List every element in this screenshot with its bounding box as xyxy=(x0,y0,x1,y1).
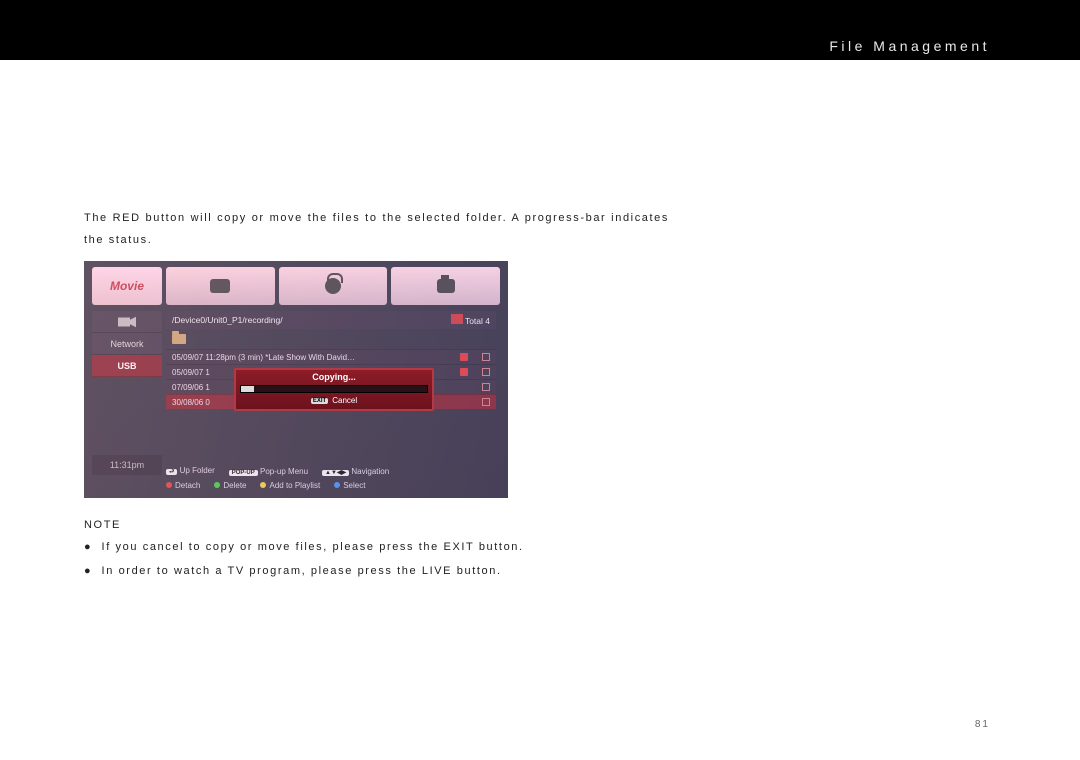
camera-icon xyxy=(437,279,455,293)
sidebar-item-network[interactable]: Network xyxy=(92,333,162,355)
file-row-text: 07/09/06 1 xyxy=(172,383,210,392)
total-count: Total 4 xyxy=(465,316,490,326)
return-key-icon: ⮐ xyxy=(166,469,177,475)
checkbox-icon[interactable] xyxy=(482,383,490,391)
sidebar-item-video[interactable] xyxy=(92,311,162,333)
page-title: File Management xyxy=(829,38,990,54)
clock: 11:31pm xyxy=(92,455,162,475)
hint-detach: Detach xyxy=(175,481,200,490)
copying-dialog: Copying... EXIT Cancel xyxy=(234,368,434,411)
recorded-icon xyxy=(460,353,468,361)
red-dot-icon xyxy=(166,482,172,488)
path-text: /Device0/Unit0_P1/recording/ xyxy=(172,315,283,325)
parent-folder-row[interactable] xyxy=(166,329,496,349)
source-sidebar: Network USB 11:31pm xyxy=(92,311,162,475)
hint-up-folder: Up Folder xyxy=(180,466,215,475)
recorded-icon xyxy=(460,368,468,376)
tv-screenshot: Movie Network USB 11:31pm /Device0/Unit0… xyxy=(84,261,508,498)
paragraph-intro: The RED button will copy or move the fil… xyxy=(84,207,669,251)
hint-delete: Delete xyxy=(223,481,246,490)
blue-dot-icon xyxy=(334,482,340,488)
folder-up-icon xyxy=(172,334,186,344)
cancel-hint: EXIT Cancel xyxy=(240,396,428,405)
progress-fill xyxy=(241,386,254,392)
page-number: 81 xyxy=(975,719,990,730)
checkbox-icon[interactable] xyxy=(482,353,490,361)
camcorder-icon xyxy=(210,279,230,293)
tab-photo-icon[interactable] xyxy=(391,267,500,305)
note-item-1: ● If you cancel to copy or move files, p… xyxy=(84,536,669,558)
hint-add-playlist: Add to Playlist xyxy=(269,481,320,490)
checkbox-icon[interactable] xyxy=(482,368,490,376)
camcorder-small-icon xyxy=(118,315,136,329)
progress-bar xyxy=(240,385,428,393)
sidebar-item-usb[interactable]: USB xyxy=(92,355,162,377)
file-row[interactable]: 05/09/07 11:28pm (3 min) *Late Show With… xyxy=(166,349,496,364)
footer-hints: ⮐ Up Folder POP-UP Pop-up Menu ▲▼◀▶ Navi… xyxy=(166,464,496,492)
tab-movie[interactable]: Movie xyxy=(92,267,162,305)
flag-icon xyxy=(451,314,463,324)
copying-caption: Copying... xyxy=(240,372,428,382)
note-heading: NOTE xyxy=(84,514,669,536)
tab-video-icon[interactable] xyxy=(166,267,275,305)
hint-select: Select xyxy=(343,481,365,490)
checkbox-icon[interactable] xyxy=(482,398,490,406)
popup-key-icon: POP-UP xyxy=(229,470,258,476)
file-row-text: 30/08/06 0 xyxy=(172,398,210,407)
yellow-dot-icon xyxy=(260,482,266,488)
file-row-text: 05/09/07 11:28pm (3 min) *Late Show With… xyxy=(172,353,355,362)
path-bar: /Device0/Unit0_P1/recording/ Total 4 xyxy=(166,311,496,329)
exit-key-icon: EXIT xyxy=(311,398,328,404)
file-row-text: 05/09/07 1 xyxy=(172,368,210,377)
tab-music-icon[interactable] xyxy=(279,267,388,305)
note-item-2: ● In order to watch a TV program, please… xyxy=(84,560,669,582)
green-dot-icon xyxy=(214,482,220,488)
hint-popup: Pop-up Menu xyxy=(260,467,308,476)
cancel-label: Cancel xyxy=(332,396,357,405)
media-tab-bar: Movie xyxy=(92,267,500,307)
headphones-icon xyxy=(325,278,341,294)
nav-key-icon: ▲▼◀▶ xyxy=(322,470,349,476)
hint-nav: Navigation xyxy=(351,467,389,476)
